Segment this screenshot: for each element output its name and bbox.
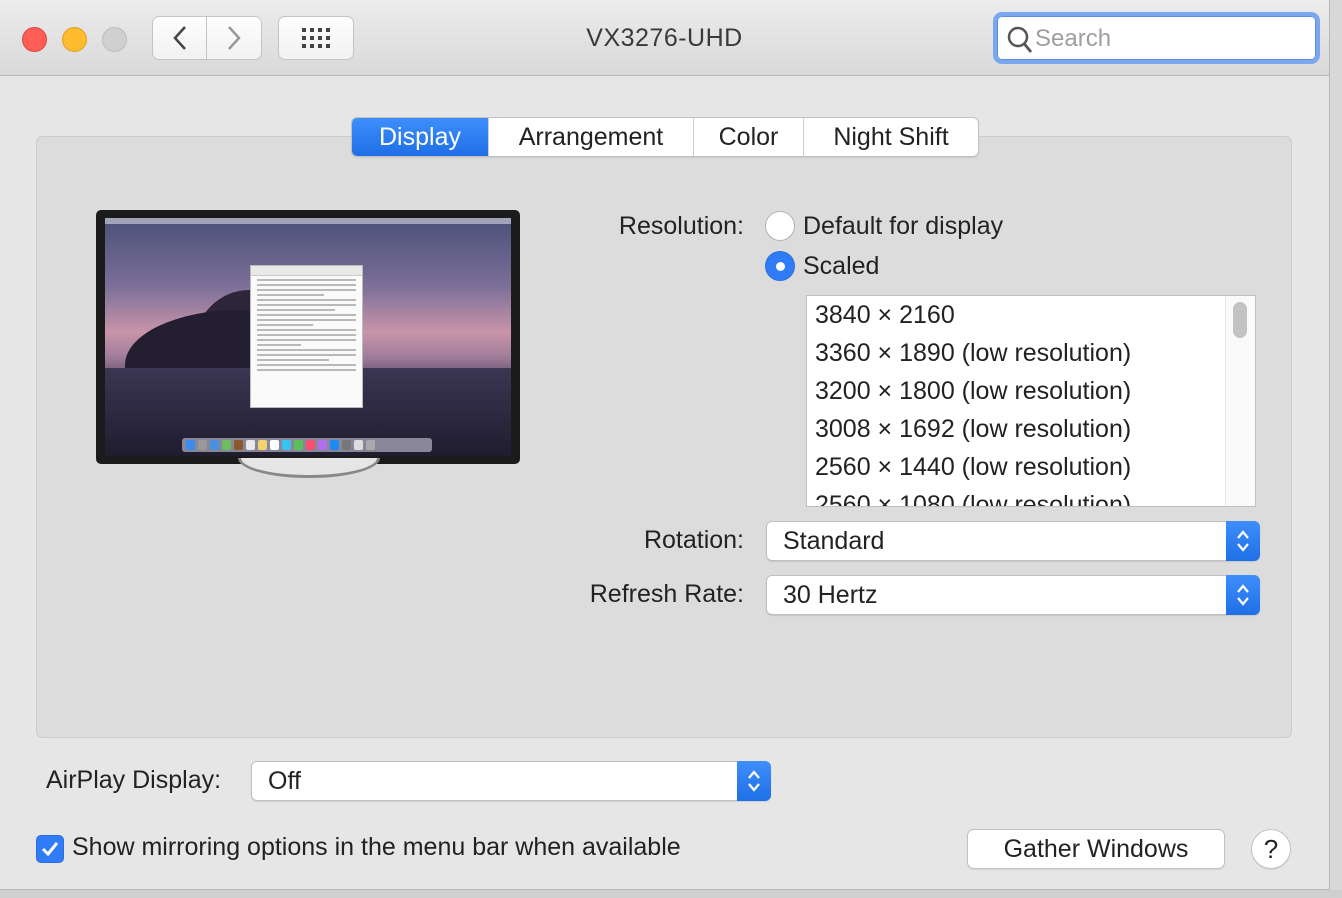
- checkmark-icon: [41, 842, 59, 857]
- tab-night-shift[interactable]: Night Shift: [803, 118, 978, 156]
- search-input[interactable]: [1035, 24, 1305, 54]
- list-item[interactable]: 3360 × 1890 (low resolution): [807, 334, 1255, 372]
- radio-scaled[interactable]: Scaled: [765, 251, 879, 281]
- dock-thumbnail: [182, 438, 432, 452]
- menu-bar-thumbnail: [105, 218, 511, 224]
- rotation-label: Rotation:: [643, 526, 744, 554]
- scrollbar-thumb[interactable]: [1233, 302, 1247, 338]
- rotation-select[interactable]: Standard: [766, 521, 1260, 561]
- airplay-display-value: Off: [268, 767, 301, 795]
- tab-bar: Display Arrangement Color Night Shift: [351, 117, 979, 157]
- help-button[interactable]: ?: [1251, 829, 1291, 869]
- radio-scaled-label: Scaled: [803, 251, 880, 280]
- list-item[interactable]: 2560 × 1440 (low resolution): [807, 448, 1255, 486]
- updown-chevron-icon: [1226, 521, 1260, 561]
- titlebar: VX3276-UHD: [0, 0, 1329, 76]
- background-strip: [0, 890, 1342, 898]
- updown-chevron-icon: [1226, 575, 1260, 615]
- tab-display[interactable]: Display: [352, 118, 488, 156]
- monitor-illustration: [96, 210, 520, 464]
- system-preferences-window: VX3276-UHD Display Arrangement Color Nig…: [0, 0, 1330, 890]
- rotation-value: Standard: [783, 527, 885, 555]
- refresh-rate-select[interactable]: 30 Hertz: [766, 575, 1260, 615]
- radio-default-label: Default for display: [803, 211, 1004, 240]
- refresh-rate-value: 30 Hertz: [783, 581, 878, 609]
- airplay-display-label: AirPlay Display:: [46, 766, 222, 794]
- scrollbar[interactable]: [1225, 296, 1255, 506]
- tab-color[interactable]: Color: [693, 118, 803, 156]
- airplay-display-select[interactable]: Off: [251, 761, 771, 801]
- list-item[interactable]: 3840 × 2160: [807, 296, 1255, 334]
- mirroring-checkbox[interactable]: [36, 835, 64, 863]
- list-item[interactable]: 2560 × 1080 (low resolution): [807, 486, 1255, 506]
- search-field[interactable]: [993, 12, 1320, 64]
- tab-arrangement[interactable]: Arrangement: [488, 118, 693, 156]
- refresh-rate-label: Refresh Rate:: [589, 580, 744, 608]
- desktop-wallpaper-image: [105, 218, 511, 456]
- radio-default-for-display[interactable]: Default for display: [765, 211, 1003, 241]
- gather-windows-button[interactable]: Gather Windows: [967, 829, 1225, 869]
- radio-button-selected[interactable]: [765, 251, 795, 281]
- document-window-thumbnail: [250, 265, 363, 408]
- list-item[interactable]: 3200 × 1800 (low resolution): [807, 372, 1255, 410]
- mirroring-label[interactable]: Show mirroring options in the menu bar w…: [72, 833, 681, 862]
- updown-chevron-icon: [737, 761, 771, 801]
- list-item[interactable]: 3008 × 1692 (low resolution): [807, 410, 1255, 448]
- radio-button[interactable]: [765, 211, 795, 241]
- resolution-list[interactable]: 3840 × 2160 3360 × 1890 (low resolution)…: [806, 295, 1256, 507]
- resolution-label: Resolution:: [618, 212, 744, 240]
- search-icon: [1007, 26, 1033, 53]
